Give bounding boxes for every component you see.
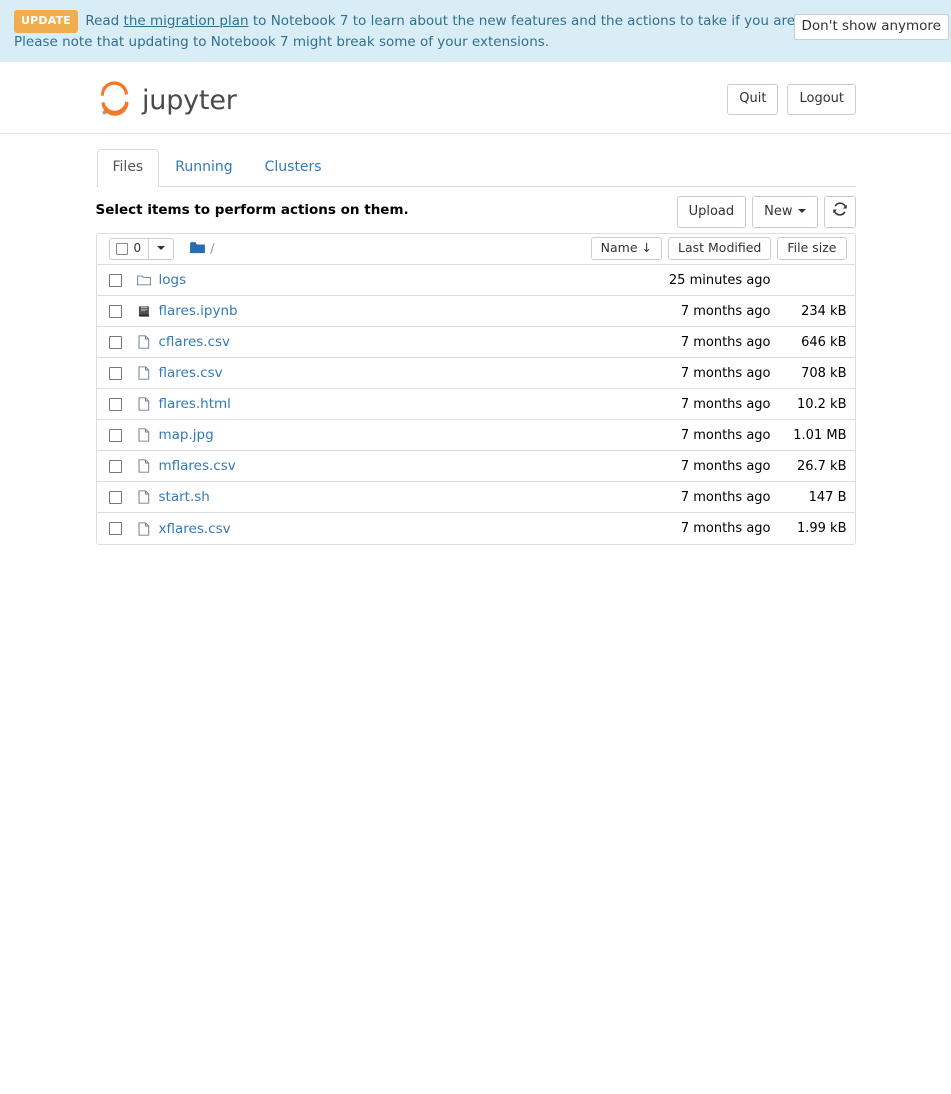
row-modified: 25 minutes ago	[668, 273, 771, 288]
row-modified: 7 months ago	[680, 304, 771, 319]
table-row[interactable]: start.sh 7 months ago 147 B	[96, 482, 855, 513]
file-link[interactable]: start.sh	[159, 489, 210, 505]
tab-clusters[interactable]: Clusters	[249, 149, 338, 187]
table-row[interactable]: logs 25 minutes ago	[96, 265, 855, 296]
file-icon	[136, 428, 152, 442]
sort-direction-arrow-icon: ↓	[641, 240, 652, 255]
row-size: 26.7 kB	[796, 459, 847, 474]
toolbar: Select items to perform actions on them.…	[96, 187, 856, 233]
quit-button[interactable]: Quit	[727, 84, 779, 115]
notebook-icon	[136, 305, 152, 318]
jupyter-logo-icon	[95, 80, 135, 120]
chevron-down-icon	[157, 246, 166, 250]
row-modified: 7 months ago	[680, 366, 771, 381]
row-modified: 7 months ago	[680, 335, 771, 350]
tab-running[interactable]: Running	[159, 149, 248, 187]
folder-icon	[190, 241, 206, 258]
row-checkbox[interactable]	[108, 397, 122, 411]
selection-hint: Select items to perform actions on them.	[95, 202, 409, 218]
table-row[interactable]: mflares.csv 7 months ago 26.7 kB	[96, 451, 855, 482]
row-size: 708 kB	[801, 366, 847, 381]
sort-controls: Name ↓ Last Modified File size	[590, 237, 847, 260]
tab-bar: Files Running Clusters	[95, 149, 856, 187]
select-all-checkbox-button[interactable]: 0	[108, 238, 150, 260]
sort-file-size-button[interactable]: File size	[777, 237, 847, 260]
file-link[interactable]: flares.csv	[159, 365, 223, 381]
file-link[interactable]: flares.ipynb	[159, 303, 238, 319]
row-checkbox[interactable]	[108, 273, 122, 287]
file-link[interactable]: cflares.csv	[159, 334, 231, 350]
sort-name-button[interactable]: Name ↓	[590, 237, 662, 260]
table-row[interactable]: cflares.csv 7 months ago 646 kB	[96, 327, 855, 358]
migration-plan-link[interactable]: the migration plan	[124, 13, 249, 29]
row-size: 1.01 MB	[793, 428, 847, 443]
row-checkbox[interactable]	[108, 335, 122, 349]
brand-label: jupyter	[142, 84, 237, 116]
row-checkbox[interactable]	[108, 428, 122, 442]
file-icon	[136, 490, 152, 504]
folder-outline-icon	[136, 274, 152, 286]
row-checkbox[interactable]	[108, 304, 122, 318]
row-size	[777, 265, 847, 296]
select-all-group: 0	[108, 238, 175, 260]
breadcrumb-path: /	[210, 241, 215, 257]
row-modified: 7 months ago	[680, 459, 771, 474]
refresh-icon	[832, 202, 847, 222]
row-modified: 7 months ago	[680, 428, 771, 443]
row-checkbox[interactable]	[108, 366, 122, 380]
file-link[interactable]: flares.html	[159, 396, 231, 412]
table-row[interactable]: flares.csv 7 months ago 708 kB	[96, 358, 855, 389]
notification-text-before: Read	[85, 13, 124, 29]
update-badge: UPDATE	[14, 10, 79, 33]
header-buttons: Quit Logout	[727, 84, 856, 115]
dont-show-anymore-button[interactable]: Don't show anymore	[793, 14, 949, 40]
sort-name-label: Name	[600, 240, 638, 255]
row-checkbox[interactable]	[108, 522, 122, 535]
file-list-header: 0 / Name ↓ Last Modified File size	[96, 234, 855, 265]
row-size: 646 kB	[801, 335, 847, 350]
row-size: 234 kB	[801, 304, 847, 319]
table-row[interactable]: map.jpg 7 months ago 1.01 MB	[96, 420, 855, 451]
row-modified: 7 months ago	[680, 397, 771, 412]
file-icon	[136, 335, 152, 349]
page-header: jupyter Quit Logout	[0, 62, 951, 134]
row-checkbox[interactable]	[108, 459, 122, 473]
toolbar-actions: Upload New	[676, 196, 856, 228]
file-icon	[136, 366, 152, 380]
file-link[interactable]: logs	[159, 272, 187, 288]
tab-files[interactable]: Files	[96, 149, 160, 187]
row-modified: 7 months ago	[680, 521, 771, 536]
sort-last-modified-button[interactable]: Last Modified	[668, 237, 772, 260]
file-link[interactable]: map.jpg	[159, 427, 214, 443]
file-icon	[136, 459, 152, 473]
select-menu-button[interactable]	[148, 238, 175, 260]
row-checkbox[interactable]	[108, 490, 122, 504]
file-list-panel: 0 / Name ↓ Last Modified File size logs …	[95, 233, 856, 545]
chevron-down-icon	[797, 208, 806, 213]
file-icon	[136, 397, 152, 411]
row-size: 1.99 kB	[796, 521, 847, 536]
breadcrumb[interactable]: /	[190, 241, 215, 258]
row-size: 147 B	[808, 490, 847, 505]
table-row[interactable]: flares.html 7 months ago 10.2 kB	[96, 389, 855, 420]
refresh-button[interactable]	[823, 196, 856, 228]
file-icon	[136, 521, 152, 536]
table-row[interactable]: xflares.csv 7 months ago 1.99 kB	[96, 513, 855, 544]
file-link[interactable]: mflares.csv	[159, 458, 236, 474]
checkbox-icon	[115, 242, 128, 255]
row-modified: 7 months ago	[680, 490, 771, 505]
new-label: New	[764, 203, 793, 219]
row-size: 10.2 kB	[796, 397, 847, 412]
selected-count: 0	[133, 241, 142, 255]
main-container: Files Running Clusters Select items to p…	[95, 134, 856, 545]
file-link[interactable]: xflares.csv	[159, 521, 231, 537]
new-dropdown-button[interactable]: New	[752, 196, 818, 228]
update-notification-bar: UPDATE Read the migration plan to Notebo…	[0, 0, 951, 62]
upload-button[interactable]: Upload	[676, 196, 747, 228]
brand[interactable]: jupyter	[95, 80, 237, 120]
logout-button[interactable]: Logout	[787, 84, 856, 115]
table-row[interactable]: flares.ipynb 7 months ago 234 kB	[96, 296, 855, 327]
